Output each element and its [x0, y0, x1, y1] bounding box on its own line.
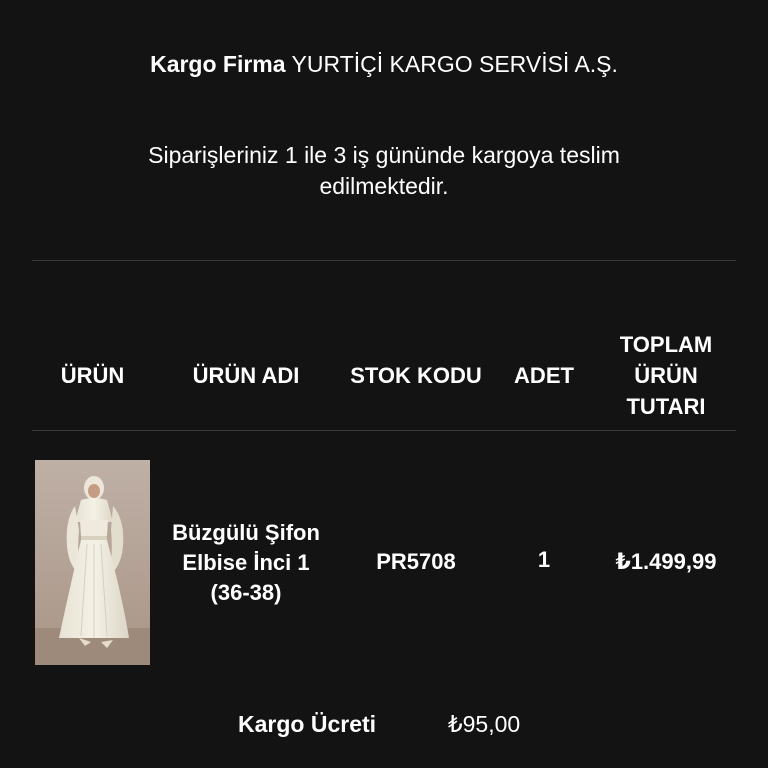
product-name: Büzgülü Şifon Elbise İnci 1 (36-38)	[172, 520, 320, 605]
cargo-company-name: YURTİÇİ KARGO SERVİSİ A.Ş.	[291, 51, 618, 77]
shipping-fee-label: Kargo Ücreti	[238, 711, 377, 737]
header-quantity: ADET	[514, 363, 574, 388]
header-total: TOPLAM ÜRÜN TUTARI	[619, 332, 713, 419]
divider-mid	[32, 430, 736, 431]
product-total: ₺1.499,99	[615, 549, 717, 574]
header-product: ÜRÜN	[60, 363, 125, 388]
cargo-company-label: Kargo Firma	[150, 51, 286, 77]
delivery-note: Siparişleriniz 1 ile 3 iş gününde kargoy…	[148, 142, 620, 199]
product-stock-code: PR5708	[376, 549, 456, 574]
header-stock-code: STOK KODU	[350, 363, 482, 388]
product-quantity: 1	[537, 547, 551, 572]
cargo-company-line: Kargo Firma YURTİÇİ KARGO SERVİSİ A.Ş.	[0, 48, 768, 80]
header-product-name: ÜRÜN ADI	[192, 363, 300, 388]
shipping-fee-value: ₺95,00	[448, 711, 521, 737]
divider-top	[32, 260, 736, 261]
product-photo-icon[interactable]	[35, 460, 150, 665]
